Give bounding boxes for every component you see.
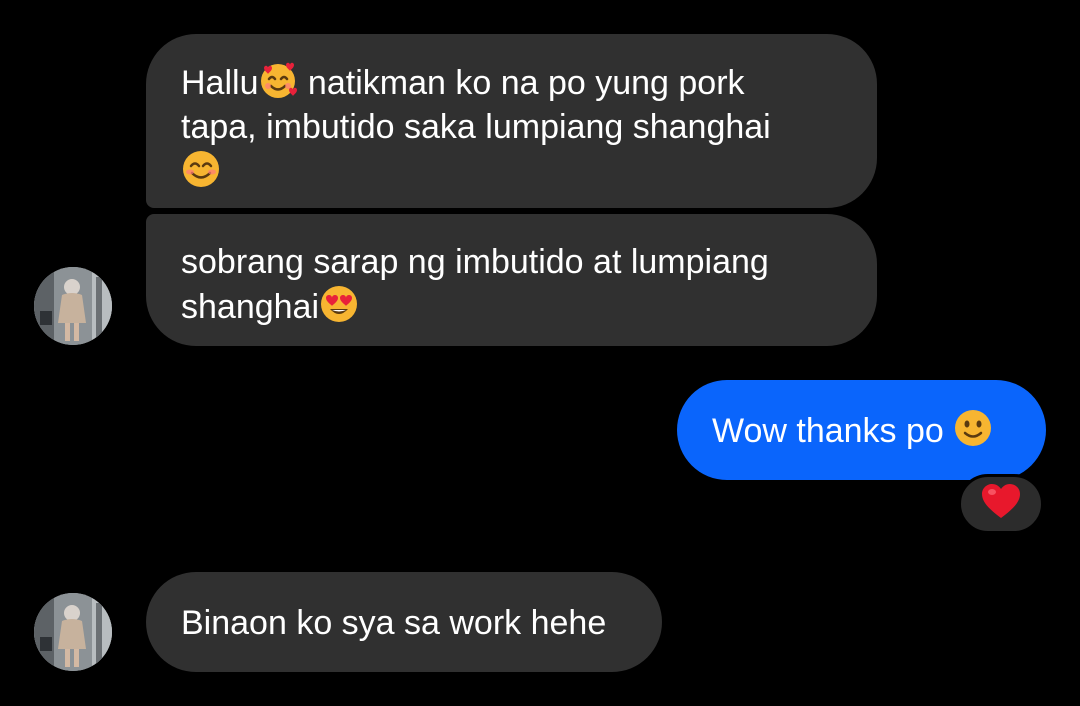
message-text: sobrang sarap ng imbutido at lumpiang [181, 243, 769, 281]
reaction-badge[interactable] [958, 474, 1044, 534]
smiling-face-with-heart-eyes-icon [319, 284, 359, 324]
message-line [181, 149, 843, 194]
smiling-face-with-hearts-icon [258, 60, 298, 100]
avatar[interactable] [34, 267, 112, 345]
message-text: shanghai [181, 288, 320, 326]
message-bubble-outgoing[interactable]: Wow thanks po [677, 380, 1046, 480]
red-heart-icon [981, 483, 1021, 525]
message-line: shanghai [181, 284, 843, 329]
message-bubble-incoming[interactable]: Hallu natikman ko na po yung pork tapa, … [146, 34, 877, 208]
message-line: Hallu natikman ko na po yung pork [181, 60, 843, 105]
message-text: natikman ko na po yung pork [298, 64, 745, 102]
message-text: Binaon ko sya sa work hehe [181, 604, 607, 642]
message-line: tapa, imbutido saka lumpiang shanghai [181, 105, 843, 149]
smiling-face-with-smiling-eyes-icon [181, 149, 221, 189]
avatar[interactable] [34, 593, 112, 671]
message-text: Hallu [181, 64, 259, 102]
message-text: tapa, imbutido saka lumpiang shanghai [181, 108, 771, 146]
message-line: sobrang sarap ng imbutido at lumpiang [181, 240, 843, 284]
message-bubble-incoming[interactable]: Binaon ko sya sa work hehe [146, 572, 662, 672]
slightly-smiling-face-icon [953, 408, 993, 448]
message-bubble-incoming[interactable]: sobrang sarap ng imbutido at lumpiang sh… [146, 214, 877, 346]
message-text: Wow thanks po [712, 412, 954, 450]
